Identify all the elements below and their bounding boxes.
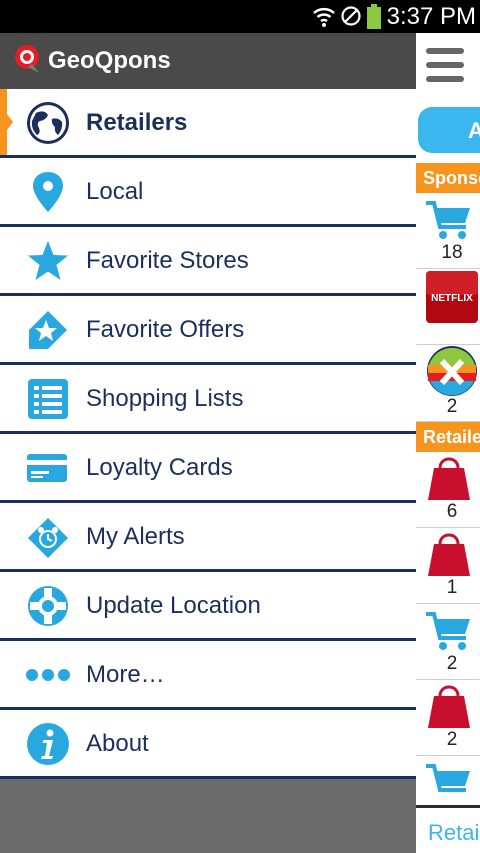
bottom-tab-label: Retai	[428, 820, 480, 845]
shopping-cart-icon	[426, 201, 470, 239]
menu-label: Retailers	[86, 109, 188, 136]
do-not-disturb-icon	[341, 6, 361, 26]
netflix-logo: NETFLIX	[426, 271, 478, 323]
location-pin-icon	[33, 172, 63, 212]
item-count: 6	[446, 501, 458, 522]
shopping-bag-icon	[428, 533, 470, 576]
item-count: 18	[441, 242, 463, 263]
segment-pill-button[interactable]: A	[418, 107, 480, 153]
sponsored-section-header: Sponso	[416, 163, 480, 193]
status-bar: 3:37 PM	[0, 0, 480, 33]
menu-label: Loyalty Cards	[86, 454, 233, 481]
menu-label: Update Location	[86, 592, 261, 619]
list-icon	[28, 379, 68, 419]
menu-item-loyalty-cards[interactable]: Loyalty Cards	[0, 434, 416, 503]
item-count: 1	[446, 577, 458, 598]
drawer-header[interactable]: GeoQpons	[0, 33, 416, 89]
sponsored-item[interactable]: NETFLIX	[416, 269, 480, 345]
status-time: 3:37 PM	[386, 3, 476, 30]
shopping-bag-icon	[428, 685, 470, 728]
background-screen-peek[interactable]: A Sponso 18 NETFLIX 2 Retaile	[416, 33, 480, 853]
more-dots-icon	[26, 669, 70, 681]
info-icon	[27, 723, 69, 765]
menu-item-my-alerts[interactable]: My Alerts	[0, 503, 416, 572]
sponsored-item[interactable]: 2	[416, 345, 480, 422]
item-count: 2	[446, 396, 458, 417]
alarm-clock-icon	[28, 518, 68, 558]
retailers-section-header: Retaile	[416, 422, 480, 452]
menu-label: More…	[86, 661, 165, 688]
brand-logo-icon	[427, 346, 477, 396]
hamburger-menu-icon[interactable]	[426, 48, 464, 84]
menu-label: My Alerts	[86, 523, 185, 550]
menu-label: Local	[86, 178, 144, 205]
netflix-logo-text: NETFLIX	[431, 293, 473, 304]
item-count: 2	[446, 653, 458, 674]
crosshair-icon	[28, 586, 68, 626]
menu-item-about[interactable]: About	[0, 710, 416, 779]
menu-item-more[interactable]: More…	[0, 641, 416, 710]
menu-item-shopping-lists[interactable]: Shopping Lists	[0, 365, 416, 434]
menu-label: About	[86, 730, 149, 757]
wifi-icon	[313, 8, 335, 27]
star-icon	[28, 241, 68, 280]
item-count: 2	[446, 729, 458, 750]
shopping-cart-icon	[426, 612, 470, 650]
menu-item-update-location[interactable]: Update Location	[0, 572, 416, 641]
navigation-drawer: GeoQpons Retailers Local Favorite Stores	[0, 33, 416, 853]
menu-item-favorite-offers[interactable]: Favorite Offers	[0, 296, 416, 365]
app-title: GeoQpons	[48, 47, 171, 74]
star-tag-icon	[29, 311, 67, 349]
bottom-tab-retailers[interactable]: Retai	[416, 805, 480, 853]
retailer-item[interactable]	[416, 756, 480, 805]
menu-label: Shopping Lists	[86, 385, 244, 412]
card-icon	[27, 454, 67, 482]
menu-item-local[interactable]: Local	[0, 158, 416, 227]
menu-label: Favorite Stores	[86, 247, 249, 274]
battery-icon	[367, 4, 381, 29]
globe-icon	[27, 102, 69, 144]
menu-label: Favorite Offers	[86, 316, 245, 343]
retailer-item[interactable]: 2	[416, 680, 480, 756]
sponsored-item[interactable]: 18	[416, 193, 480, 269]
shopping-bag-icon	[428, 457, 470, 500]
app-logo-icon	[15, 45, 39, 73]
menu-item-favorite-stores[interactable]: Favorite Stores	[0, 227, 416, 296]
drawer-menu: Retailers Local Favorite Stores Favorite…	[0, 89, 416, 779]
retailer-item[interactable]: 2	[416, 604, 480, 680]
pill-label: A	[468, 118, 480, 143]
retailer-item[interactable]: 6	[416, 452, 480, 528]
shopping-cart-icon	[426, 764, 470, 792]
menu-item-retailers[interactable]: Retailers	[0, 89, 416, 158]
retailer-item[interactable]: 1	[416, 528, 480, 604]
